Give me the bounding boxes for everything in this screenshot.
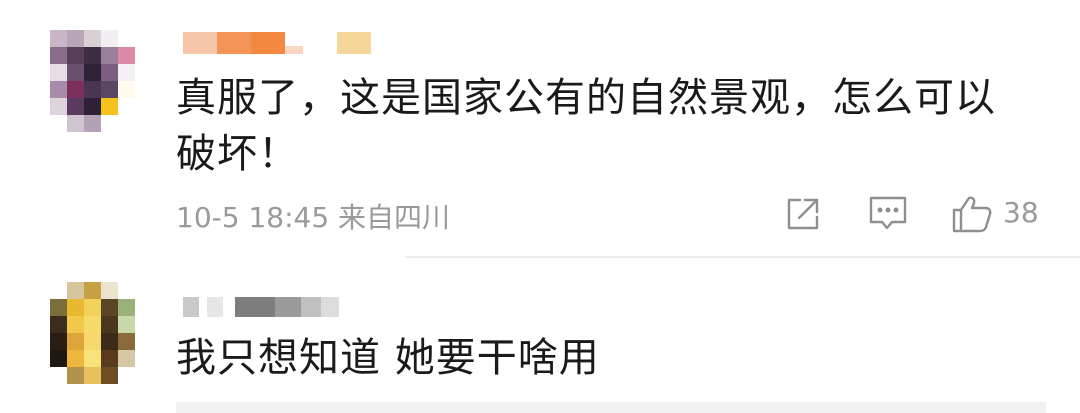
comment-item: 真服了，这是国家公有的自然景观，怎么可以破坏！ 10-5 18:45 来自四川 — [0, 0, 1080, 258]
share-icon[interactable] — [781, 192, 825, 236]
comment-text: 真服了，这是国家公有的自然景观，怎么可以破坏！ — [176, 75, 996, 177]
comment-actions — [0, 192, 1080, 236]
comment-item: 我只想知道 她要干啥用 — [0, 258, 1080, 413]
reply-icon[interactable] — [866, 192, 910, 236]
username-redacted[interactable] — [183, 32, 371, 54]
avatar[interactable] — [50, 282, 135, 384]
comment-text: 我只想知道 她要干啥用 — [176, 335, 600, 381]
reply-preview-strip — [176, 402, 1046, 413]
thumbs-up-icon[interactable] — [950, 192, 994, 236]
like-count: 38 — [1003, 196, 1039, 229]
username-redacted[interactable] — [183, 297, 339, 317]
avatar[interactable] — [50, 30, 135, 132]
